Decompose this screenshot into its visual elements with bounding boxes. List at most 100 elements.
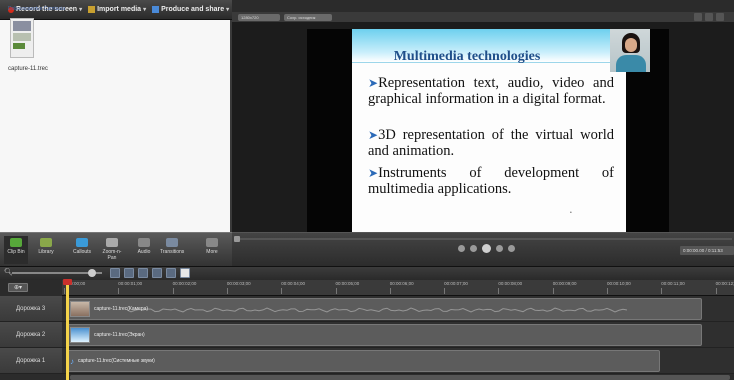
slide-title: Multimedia technologies xyxy=(393,49,541,64)
webcam-overlay[interactable] xyxy=(610,29,650,72)
track-label[interactable]: Дорожка 3 xyxy=(0,296,62,322)
slide-bullet: ➤Representation text, audio, video and g… xyxy=(368,75,614,107)
task-tab-0[interactable]: Clip Bin xyxy=(4,236,28,264)
timeline-clip[interactable]: ♪ capture-11.trec(Системные звуки) xyxy=(66,350,660,372)
produce-share-label: Produce and share xyxy=(161,6,225,13)
task-label: More xyxy=(206,249,218,255)
copy-icon[interactable] xyxy=(166,268,176,278)
task-label: Library xyxy=(38,249,54,255)
task-tab-2[interactable]: Callouts xyxy=(70,238,94,255)
import-media-label: Import media xyxy=(97,6,142,13)
task-label: Audio xyxy=(137,249,151,255)
clip-thumbnail xyxy=(70,301,90,317)
ruler-tick-label: 00:00:04;00 xyxy=(281,281,305,294)
audio-icon: ♪ xyxy=(70,356,74,366)
task-icon xyxy=(166,238,178,247)
timeline-ruler[interactable]: 0:00:00;00 00:00:01;00 00:00:02;00 00:00:03… xyxy=(62,280,734,296)
scrub-handle[interactable] xyxy=(234,236,240,242)
clip-thumbnail xyxy=(70,327,90,343)
ruler-tick-label: 00:00:06;00 xyxy=(389,281,414,294)
close-icon[interactable] xyxy=(716,13,724,21)
playback-controls xyxy=(458,244,515,253)
preview-window-controls xyxy=(694,13,724,21)
split-icon[interactable] xyxy=(152,268,162,278)
ruler-tick-label: 00:00:01;00 xyxy=(118,281,143,294)
track-lane[interactable]: capture-11.trec(Экран) xyxy=(62,322,734,348)
clip-label: capture-11.trec(Системные звуки) xyxy=(78,358,155,364)
clip-name[interactable]: capture-11.trec xyxy=(8,66,48,72)
ruler-tick-label: 00:00:12;0 xyxy=(715,281,734,294)
cut-icon[interactable] xyxy=(138,268,148,278)
ruler-tick-label: 00:00:05;00 xyxy=(335,281,360,294)
bullet-arrow-icon: ➤ xyxy=(368,76,379,90)
task-tab-4[interactable]: Audio xyxy=(132,238,156,255)
task-label: Transitions xyxy=(160,249,185,255)
bullet-arrow-icon: ➤ xyxy=(368,166,379,180)
ruler-tick-label: 00:00:11;00 xyxy=(661,281,685,294)
ruler-tick-label: 00:00:02;00 xyxy=(172,281,197,294)
task-label: Clip Bin xyxy=(7,249,25,255)
task-tab-5[interactable]: Transitions xyxy=(160,238,184,255)
slide-mark: • xyxy=(570,210,572,216)
clip-label: capture-11.trec(Экран) xyxy=(94,332,145,338)
task-label: Callouts xyxy=(72,249,92,255)
task-icon xyxy=(106,238,118,247)
timeline-tools xyxy=(110,268,190,278)
paste-icon[interactable] xyxy=(180,268,190,278)
slide-bullet: ➤3D representation of the virtual world … xyxy=(368,127,614,159)
ruler-tick-label: 00:00:07;00 xyxy=(444,281,468,294)
task-tabs: Clip Bin Library Callouts Zoom-n-Pan Audio Tr… xyxy=(0,232,232,266)
task-tab-6[interactable]: More xyxy=(200,238,224,255)
clip-thumbnail[interactable] xyxy=(10,18,34,58)
detach-icon[interactable] xyxy=(694,13,702,21)
bullet-arrow-icon: ➤ xyxy=(368,128,379,142)
redo-icon[interactable] xyxy=(124,268,134,278)
undo-icon[interactable] xyxy=(110,268,120,278)
canvas-size-dropdown[interactable]: 1280x720 xyxy=(238,14,280,21)
chevron-down-icon: ▾ xyxy=(226,7,230,13)
produce-share-button[interactable]: Produce and share ▾ xyxy=(152,6,229,13)
track-label[interactable]: Дорожка 2 xyxy=(0,322,62,348)
timeline-clip[interactable]: capture-11.trec(Экран) xyxy=(66,324,702,346)
step-forward-icon[interactable] xyxy=(496,245,503,252)
ruler-tick-label: 00:00:09;00 xyxy=(552,281,577,294)
task-icon xyxy=(206,238,218,247)
task-tab-3[interactable]: Zoom-n-Pan xyxy=(100,238,124,261)
add-track-button[interactable]: ⊕▾ xyxy=(8,283,28,292)
playhead-handle[interactable] xyxy=(63,279,72,285)
task-label: Zoom-n-Pan xyxy=(102,249,122,261)
slide-bullet: ➤Instruments of development of multimedi… xyxy=(368,165,614,197)
skip-forward-icon[interactable] xyxy=(508,245,515,252)
ruler-tick-label: 00:00:10;00 xyxy=(607,281,631,294)
skip-back-icon[interactable] xyxy=(458,245,465,252)
produce-icon xyxy=(152,6,160,13)
timeline-clip[interactable]: capture-11.trec(Камера) xyxy=(66,298,702,320)
task-icon xyxy=(40,238,52,247)
track-lane[interactable]: ♪ capture-11.trec(Системные звуки) xyxy=(62,348,734,374)
task-icon xyxy=(10,238,22,247)
step-back-icon[interactable] xyxy=(470,245,477,252)
playhead[interactable] xyxy=(66,280,69,380)
clip-bin-title: Dobavsoaestve Camtasia xyxy=(8,6,65,12)
audio-waveform xyxy=(127,307,627,313)
ruler-tick-label: 00:00:08;00 xyxy=(498,281,523,294)
track-lane[interactable]: capture-11.trec(Камера) xyxy=(62,296,734,322)
maximize-icon[interactable] xyxy=(705,13,713,21)
timeline-scrollbar[interactable] xyxy=(70,375,730,380)
task-icon xyxy=(76,238,88,247)
scrub-bar[interactable] xyxy=(236,238,732,240)
slide: Multimedia technologies ➤Representation … xyxy=(352,29,626,232)
clip-bin-panel xyxy=(0,20,232,232)
chevron-down-icon: ▾ xyxy=(143,7,147,13)
play-icon[interactable] xyxy=(482,244,491,253)
import-media-button[interactable]: Import media ▾ xyxy=(88,6,146,13)
chevron-down-icon: ▾ xyxy=(79,7,83,13)
import-icon xyxy=(88,6,96,13)
ruler-tick-label: 00:00:03;00 xyxy=(226,281,251,294)
task-icon xyxy=(138,238,150,247)
zoom-fit-dropdown[interactable]: Сохр. исходник xyxy=(284,14,332,21)
track-label[interactable]: Дорожка 1 xyxy=(0,348,62,374)
timecode-display: 0:00:00.00 / 0:11:53 xyxy=(680,246,734,255)
timeline-zoom-knob[interactable] xyxy=(88,269,96,277)
task-tab-1[interactable]: Library xyxy=(34,238,58,255)
